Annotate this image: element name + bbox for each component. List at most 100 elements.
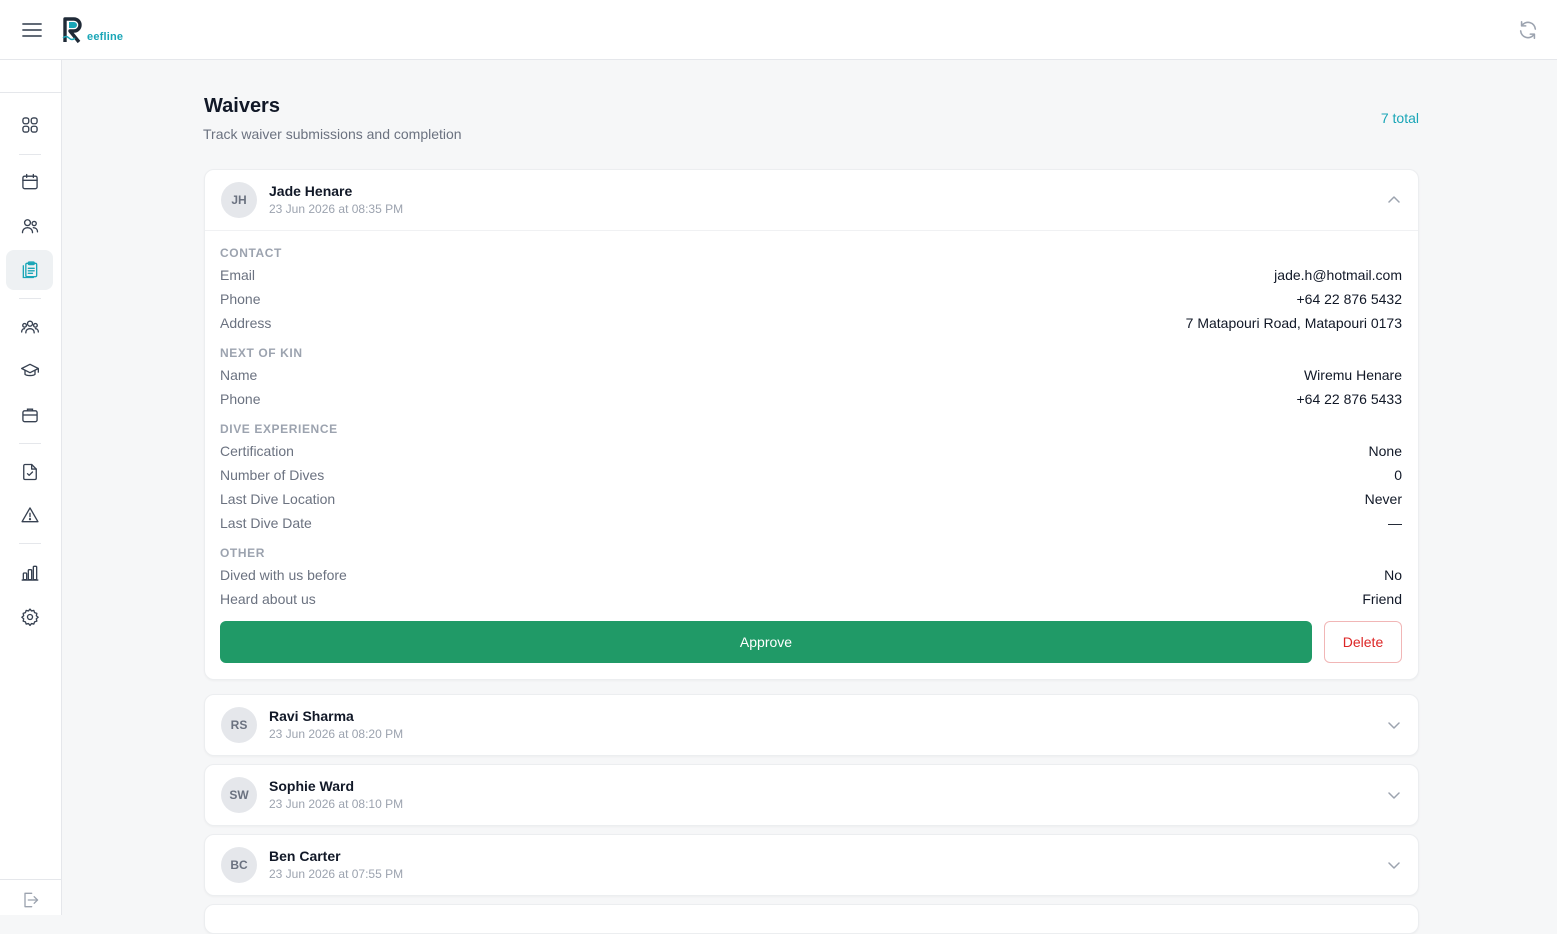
detail-row-certification: Certification None <box>220 439 1402 463</box>
detail-row-number-of-dives: Number of Dives 0 <box>220 463 1402 487</box>
clipboard-icon <box>22 261 37 279</box>
waiver-card-expanded: JH Jade Henare 23 Jun 2026 at 08:35 PM C… <box>204 169 1419 680</box>
waiver-name: Ben Carter <box>269 848 341 864</box>
sidebar-item-calendar[interactable] <box>6 162 53 202</box>
approve-button[interactable]: Approve <box>220 621 1312 663</box>
detail-label: Phone <box>220 291 261 307</box>
detail-row-kin-name: Name Wiremu Henare <box>220 363 1402 387</box>
sidebar-divider <box>0 92 61 93</box>
top-bar: eefline <box>0 0 1557 60</box>
detail-row-dived-before: Dived with us before No <box>220 563 1402 587</box>
main-content: Waivers Track waiver submissions and com… <box>62 60 1557 934</box>
sidebar-item-forms[interactable] <box>6 452 53 492</box>
avatar: RS <box>221 707 257 743</box>
heard-about-us-value: Friend <box>1362 591 1402 607</box>
detail-row-heard-about-us: Heard about us Friend <box>220 587 1402 611</box>
avatar: BC <box>221 847 257 883</box>
logout-icon[interactable] <box>20 890 40 910</box>
waiver-name: Sophie Ward <box>269 778 355 794</box>
detail-row-last-dive-date: Last Dive Date — <box>220 511 1402 535</box>
waiver-card-header[interactable]: BC Ben Carter 23 Jun 2026 at 07:55 PM <box>205 835 1418 895</box>
sidebar-item-team[interactable] <box>6 307 53 347</box>
chevron-down-icon[interactable] <box>1386 787 1402 803</box>
last-dive-location-value: Never <box>1364 491 1402 507</box>
waiver-date: 23 Jun 2026 at 07:55 PM <box>269 867 404 881</box>
detail-label: Email <box>220 267 256 283</box>
settings-gear-icon <box>20 608 39 627</box>
detail-row-email: Email jade.h@hotmail.com <box>220 263 1402 287</box>
detail-label: Name <box>220 367 258 383</box>
detail-label: Phone <box>220 391 261 407</box>
sidebar-item-dashboard[interactable] <box>6 105 53 145</box>
section-title-next-of-kin: NEXT OF KIN <box>220 346 303 360</box>
sidebar-divider <box>19 154 41 155</box>
reefline-logo[interactable]: eefline <box>62 14 123 44</box>
page-title: Waivers <box>204 95 280 117</box>
section-title-contact: CONTACT <box>220 246 282 260</box>
logo-mark-icon <box>62 17 82 44</box>
sidebar-divider <box>0 879 61 880</box>
detail-row-address: Address 7 Matapouri Road, Matapouri 0173 <box>220 311 1402 335</box>
detail-row-phone: Phone +64 22 876 5432 <box>220 287 1402 311</box>
detail-label: Last Dive Date <box>220 515 312 531</box>
address-value: 7 Matapouri Road, Matapouri 0173 <box>1185 315 1402 331</box>
number-of-dives-value: 0 <box>1394 467 1402 483</box>
waiver-date: 23 Jun 2026 at 08:20 PM <box>269 727 404 741</box>
file-check-icon <box>22 463 37 481</box>
avatar: SW <box>221 777 257 813</box>
team-icon <box>20 320 39 334</box>
sidebar-divider <box>19 298 41 299</box>
waiver-details: CONTACT Email jade.h@hotmail.com Phone +… <box>205 230 1418 679</box>
warning-triangle-icon <box>20 507 39 523</box>
detail-label: Heard about us <box>220 591 316 607</box>
page-subtitle: Track waiver submissions and completion <box>203 126 462 142</box>
detail-label: Last Dive Location <box>220 491 336 507</box>
sidebar-item-settings[interactable] <box>6 597 53 637</box>
detail-label: Certification <box>220 443 294 459</box>
waiver-card-header[interactable]: RS Ravi Sharma 23 Jun 2026 at 08:20 PM <box>205 695 1418 755</box>
chevron-up-icon[interactable] <box>1386 192 1402 208</box>
delete-button[interactable]: Delete <box>1324 621 1402 663</box>
waiver-name: Ravi Sharma <box>269 708 354 724</box>
detail-label: Number of Dives <box>220 467 325 483</box>
waiver-date: 23 Jun 2026 at 08:10 PM <box>269 797 404 811</box>
waiver-card: RS Ravi Sharma 23 Jun 2026 at 08:20 PM <box>204 694 1419 756</box>
detail-row-last-dive-location: Last Dive Location Never <box>220 487 1402 511</box>
waiver-date: 23 Jun 2026 at 08:35 PM <box>269 202 404 216</box>
sidebar-item-courses[interactable] <box>6 351 53 391</box>
dashboard-grid-icon <box>21 117 38 133</box>
waiver-card: BC Ben Carter 23 Jun 2026 at 07:55 PM <box>204 834 1419 896</box>
refresh-icon[interactable] <box>1517 19 1539 41</box>
sidebar-item-jobs[interactable] <box>6 395 53 435</box>
logo-text: eefline <box>87 31 124 43</box>
sidebar-item-users[interactable] <box>6 206 53 246</box>
chevron-down-icon[interactable] <box>1386 717 1402 733</box>
kin-phone-value: +64 22 876 5433 <box>1296 391 1403 407</box>
menu-icon[interactable] <box>20 18 44 42</box>
kin-name-value: Wiremu Henare <box>1303 367 1402 383</box>
detail-label: Address <box>220 315 272 331</box>
briefcase-icon <box>21 408 38 423</box>
waiver-card[interactable] <box>204 904 1419 934</box>
detail-label: Dived with us before <box>220 567 347 583</box>
sidebar-item-waivers[interactable] <box>6 250 53 290</box>
waiver-name: Jade Henare <box>269 183 353 199</box>
email-value: jade.h@hotmail.com <box>1274 267 1402 283</box>
certification-value: None <box>1368 443 1402 459</box>
sidebar-item-reports[interactable] <box>6 553 53 593</box>
dived-before-value: No <box>1384 567 1402 583</box>
users-icon <box>21 219 38 234</box>
section-title-dive-experience: DIVE EXPERIENCE <box>220 422 338 436</box>
section-title-other: OTHER <box>220 546 265 560</box>
detail-row-kin-phone: Phone +64 22 876 5433 <box>220 387 1402 411</box>
sidebar <box>0 60 62 915</box>
waiver-card-header[interactable]: SW Sophie Ward 23 Jun 2026 at 08:10 PM <box>205 765 1418 825</box>
waiver-card: SW Sophie Ward 23 Jun 2026 at 08:10 PM <box>204 764 1419 826</box>
sidebar-divider <box>19 443 41 444</box>
phone-value: +64 22 876 5432 <box>1296 291 1403 307</box>
graduation-cap-icon <box>20 363 39 377</box>
waiver-card-header[interactable]: JH Jade Henare 23 Jun 2026 at 08:35 PM <box>205 170 1418 230</box>
sidebar-divider <box>19 543 41 544</box>
chevron-down-icon[interactable] <box>1386 857 1402 873</box>
sidebar-item-incidents[interactable] <box>6 495 53 535</box>
